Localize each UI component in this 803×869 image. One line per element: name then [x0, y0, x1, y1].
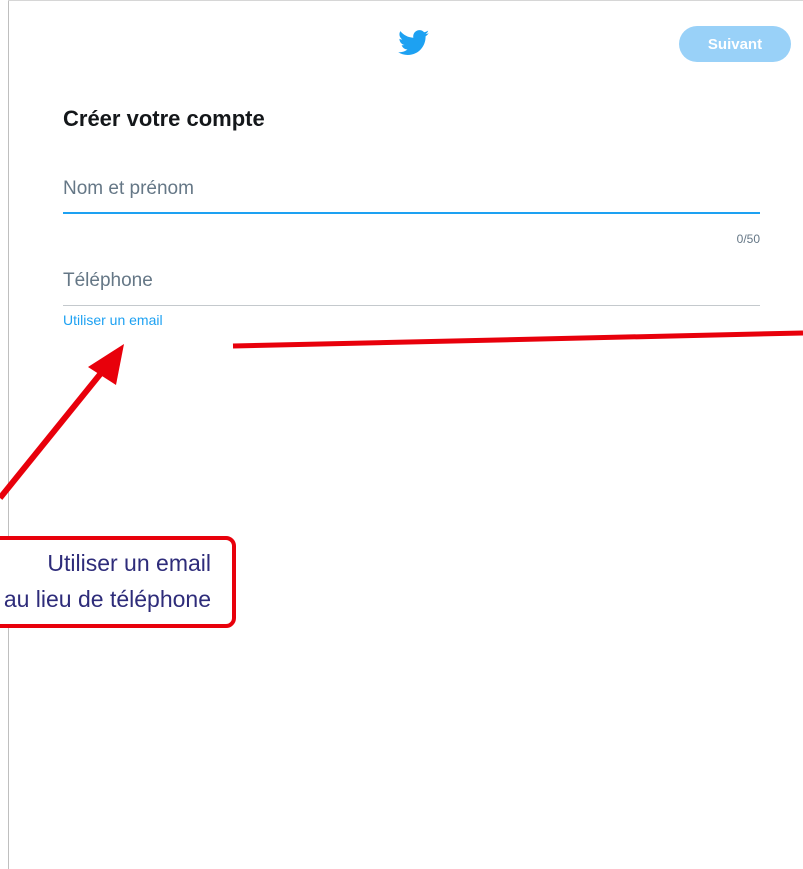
- name-input[interactable]: [63, 170, 760, 200]
- name-input-underline: [63, 212, 760, 214]
- annotation-arrow-head: [88, 344, 124, 385]
- phone-input-underline: [63, 305, 760, 306]
- modal-left-border: [8, 0, 9, 869]
- annotation-callout: Utiliser un email au lieu de téléphone: [0, 536, 236, 628]
- annotation-horizontal-line: [232, 330, 803, 349]
- name-field: [63, 170, 760, 214]
- use-email-link[interactable]: Utiliser un email: [63, 312, 163, 328]
- annotation-line-2: au lieu de téléphone: [3, 586, 211, 612]
- name-char-counter: 0/50: [736, 232, 760, 246]
- phone-field: [63, 262, 760, 306]
- modal-top-border: [8, 0, 803, 1]
- annotation-line-1: Utiliser un email: [47, 550, 211, 576]
- signup-page: Suivant Créer votre compte 0/50 Utiliser…: [0, 0, 803, 869]
- page-title: Créer votre compte: [63, 106, 265, 131]
- phone-input[interactable]: [63, 262, 760, 292]
- annotation-arrow-shaft: [0, 360, 113, 500]
- next-button[interactable]: Suivant: [679, 26, 791, 62]
- twitter-bird-icon: [398, 30, 430, 55]
